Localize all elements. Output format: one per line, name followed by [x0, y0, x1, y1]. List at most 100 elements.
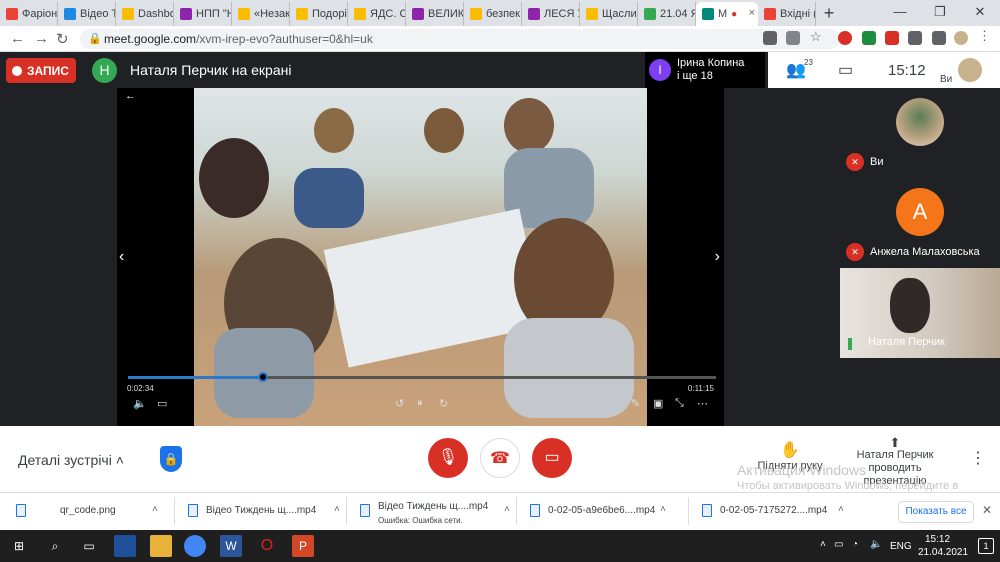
download-item[interactable]: 0-02-05-7175272....mp4 ˄ [702, 501, 852, 523]
browser-tab[interactable]: Фаріон [0, 2, 58, 26]
presenter-avatar: Н [92, 58, 117, 83]
chevron-up-icon[interactable]: ˄ [660, 504, 666, 515]
forward-skip-icon[interactable]: ↻ [439, 397, 448, 410]
chevron-up-icon[interactable]: ˄ [838, 504, 844, 515]
browser-tab[interactable]: ЯДС. Сі [348, 2, 406, 26]
mute-icon[interactable]: 🔈 [133, 397, 147, 410]
meeting-details-button[interactable]: Деталі зустрічі ˄ [18, 452, 124, 468]
notifications-icon[interactable]: 1 [978, 538, 994, 554]
screenshot-icon[interactable]: ▣ [653, 397, 663, 410]
address-bar: ← → ↻ 🔒 meet.google.com/xvm-irep-evo?aut… [0, 26, 1000, 52]
chevron-up-icon[interactable]: ˄ [152, 504, 158, 515]
puzzle-icon[interactable] [908, 31, 922, 45]
pause-icon[interactable]: ⏸ [417, 397, 423, 410]
browser-tab[interactable]: Вхідні ( [758, 2, 816, 26]
back-icon[interactable]: ← [10, 30, 25, 47]
explorer-icon[interactable] [150, 535, 172, 557]
pen-icon[interactable]: ✎ [631, 397, 640, 410]
url-input[interactable]: 🔒 meet.google.com/xvm-irep-evo?authuser=… [80, 29, 840, 49]
browser-tab[interactable]: Щасли [580, 2, 638, 26]
word-icon[interactable]: W [220, 535, 242, 557]
browser-tab[interactable]: НПП "Н [174, 2, 232, 26]
clock-time: 15:12 [925, 534, 951, 545]
maximize-button[interactable]: ❐ [920, 0, 960, 26]
mic-toggle-button[interactable]: 🎙 [428, 438, 468, 478]
people-count: 23 [804, 58, 813, 67]
browser-tab[interactable]: ВЕЛИК [406, 2, 464, 26]
volume-icon[interactable]: 🔈 [870, 539, 882, 550]
participant-info[interactable]: І Ірина Копина і ще 18 [645, 52, 765, 88]
browser-tab[interactable]: безпек [464, 2, 522, 26]
security-shield-icon[interactable]: 🔒 [160, 446, 182, 472]
music-icon[interactable] [932, 31, 946, 45]
browser-tab[interactable]: 21.04 Я [638, 2, 696, 26]
profile-avatar[interactable] [954, 31, 968, 45]
close-icon[interactable]: ✕ [982, 503, 992, 517]
next-arrow-icon[interactable]: › [715, 248, 720, 266]
search-icon[interactable]: ⌕ [44, 535, 66, 557]
download-item[interactable]: Відео Тиждень щ....mp4 ˄ [188, 501, 348, 523]
language-indicator[interactable]: ENG [890, 541, 912, 552]
powerpoint-icon[interactable]: P [292, 535, 314, 557]
opera-icon[interactable]: O [256, 535, 278, 557]
downloads-bar: qr_code.png ˄ Відео Тиждень щ....mp4 ˄ Від… [0, 492, 1000, 530]
reload-icon[interactable]: ↻ [56, 30, 69, 48]
browser-tab[interactable]: ЛЕСЯ У [522, 2, 580, 26]
camera-toggle-button[interactable]: ▭ [532, 438, 572, 478]
chevron-up-icon[interactable]: ˄ [334, 504, 340, 515]
camera-tile[interactable]: Наталя Перчик [840, 268, 1000, 358]
show-all-button[interactable]: Показать все [898, 501, 974, 523]
self-tile-photo[interactable] [896, 98, 944, 146]
rewind-icon[interactable]: ↺ [395, 397, 404, 410]
presentation-video[interactable]: ← ‹ › 0:02:34 0:11:15 🔈 ▭ ↺ ⏸ ↻ ✎ ▣ ⤡ ⋯ [117, 88, 724, 426]
chat-icon[interactable]: ▭ [838, 60, 853, 80]
save-app-icon[interactable] [114, 535, 136, 557]
download-item[interactable]: qr_code.png ˄ [16, 501, 166, 523]
browser-tab[interactable]: Відео Т [58, 2, 116, 26]
star-icon[interactable]: ☆ [810, 29, 824, 44]
battery-icon[interactable]: ▭ [834, 539, 843, 550]
new-tab-button[interactable]: + [816, 2, 842, 26]
shield-extension-icon[interactable] [862, 31, 876, 45]
browser-tab[interactable]: «Незак [232, 2, 290, 26]
browser-tab[interactable]: Dashbo [116, 2, 174, 26]
more-options-icon[interactable]: ⋯ [697, 397, 708, 410]
menu-icon[interactable]: ⋮ [978, 28, 992, 43]
video-progress-bar[interactable] [128, 372, 716, 382]
participants-panel: ✕ Ви А ✕ Анжела Малаховська Наталя Перчи… [840, 88, 1000, 426]
opera-extension-icon[interactable] [838, 31, 852, 45]
tab-close-icon[interactable]: × [749, 7, 755, 19]
hang-up-button[interactable]: ☎ [480, 438, 520, 478]
file-icon [16, 504, 26, 517]
collapse-icon[interactable]: ⤡ [675, 397, 684, 410]
download-item[interactable]: 0-02-05-a9e6be6....mp4 ˄ [530, 501, 680, 523]
extension-icon[interactable] [885, 31, 899, 45]
recording-badge[interactable]: ЗАПИС [6, 58, 76, 83]
task-view-icon[interactable]: ▭ [78, 535, 100, 557]
download-item[interactable]: Відео Тиждень щ....mp4 Ошибка: Ошибка сет… [360, 501, 510, 525]
progress-fill [128, 376, 264, 379]
minimize-button[interactable]: — [880, 0, 920, 26]
browser-tab[interactable]: Подорі [290, 2, 348, 26]
participant-tile-avatar[interactable]: А [896, 188, 944, 236]
self-avatar[interactable] [958, 58, 982, 82]
windows-taskbar: ⊞ ⌕ ▭ W O P ˄ ▭ ◔ 🔈 ENG 15:12 21.04.2021… [0, 530, 1000, 562]
subtitles-icon[interactable]: ▭ [157, 397, 167, 410]
prev-arrow-icon[interactable]: ‹ [119, 248, 124, 266]
camera-off-icon: ▭ [544, 449, 560, 466]
camera-icon[interactable] [763, 31, 777, 45]
close-window-button[interactable]: ✕ [960, 0, 1000, 26]
translate-icon[interactable] [786, 31, 800, 45]
back-arrow-icon[interactable]: ← [125, 90, 136, 102]
windows-start-icon[interactable]: ⊞ [8, 535, 30, 557]
forward-icon[interactable]: → [34, 30, 49, 47]
browser-tab-active[interactable]: М ● × [696, 2, 758, 26]
people-icon[interactable]: 👥 [786, 60, 806, 80]
tab-favicon-icon [644, 8, 656, 20]
chevron-up-icon[interactable]: ˄ [504, 504, 510, 515]
chevron-up-icon[interactable]: ˄ [820, 539, 826, 550]
chrome-icon[interactable] [184, 535, 206, 557]
more-options-icon[interactable]: ⋮ [970, 448, 986, 468]
network-icon[interactable]: ◔ [852, 539, 858, 550]
lock-icon: 🔒 [88, 33, 102, 45]
